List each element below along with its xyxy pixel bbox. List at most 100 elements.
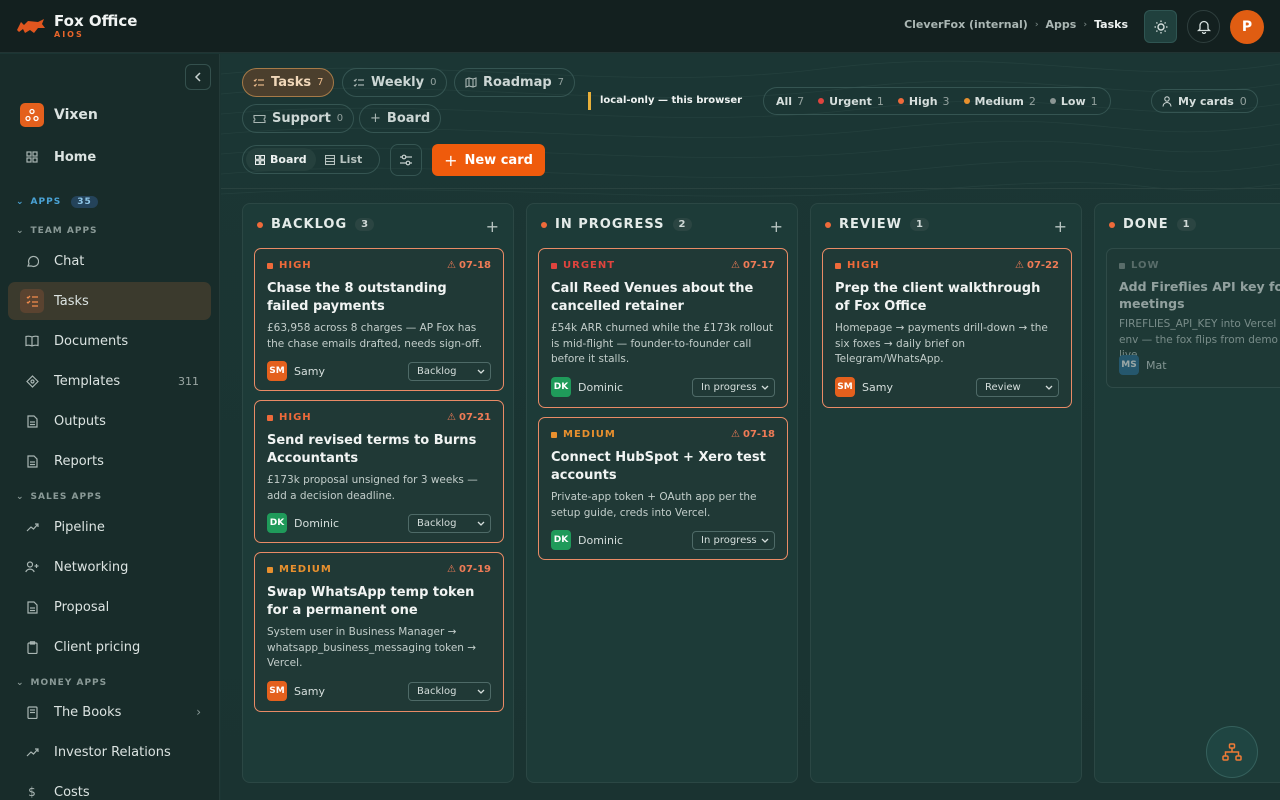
brand-logo[interactable]: Fox Office AIOS (16, 13, 137, 39)
sidebar-item-documents[interactable]: Documents (8, 322, 211, 360)
breadcrumb-workspace[interactable]: CleverFox (internal) (904, 18, 1028, 31)
sidebar-item-label: Costs (54, 784, 90, 800)
high-dot (897, 98, 904, 104)
user-plus-icon (20, 555, 44, 579)
view-label: List (339, 153, 363, 166)
status-select[interactable]: In progress (692, 530, 775, 550)
column-backlog: BACKLOG 3 + HIGH ⚠ 07-18 Chase the 8 outs… (242, 203, 514, 783)
sidebar-item-tasks[interactable]: Tasks (8, 282, 211, 320)
trend-icon (20, 740, 44, 764)
board-view-button[interactable]: Board (246, 148, 316, 171)
warning-icon: ⚠ (447, 260, 457, 271)
add-card-button[interactable]: + (486, 217, 499, 236)
card-title: Chase the 8 outstanding failed payments (267, 281, 447, 314)
add-board-button[interactable]: + Board (359, 104, 442, 133)
status-select[interactable]: Backlog (408, 361, 491, 381)
tab-support[interactable]: Support 0 (242, 104, 355, 133)
new-card-button[interactable]: + New card (432, 144, 545, 176)
tab-tasks[interactable]: Tasks 7 (242, 68, 335, 97)
tab-count: 0 (430, 77, 437, 88)
top-bar: Fox Office AIOS CleverFox (internal) › A… (0, 0, 1280, 53)
notifications-button[interactable] (1187, 10, 1220, 43)
sidebar-item-templates[interactable]: Templates 311 (8, 362, 211, 400)
my-cards-filter[interactable]: My cards 0 (1151, 89, 1258, 113)
card-description: System user in Business Manager → whatsa… (267, 626, 477, 669)
task-card[interactable]: HIGH ⚠ 07-18 Chase the 8 outstanding fail… (254, 248, 504, 391)
column-header: IN PROGRESS 2 (541, 217, 692, 232)
filter-urgent[interactable]: Urgent 1 (818, 95, 884, 108)
board-settings-button[interactable] (390, 144, 422, 176)
filter-medium[interactable]: Medium 2 (963, 95, 1036, 108)
main-content: Tasks 7 Weekly 0 Roadmap 7 Support 0 + B… (221, 54, 1280, 800)
sidebar-item-home[interactable]: Home (8, 138, 211, 176)
due-date-label: 07-22 (1027, 260, 1059, 271)
breadcrumb-apps[interactable]: Apps (1046, 18, 1077, 31)
sidebar-item-chat[interactable]: Chat (8, 242, 211, 280)
org-chart-fab-button[interactable] (1206, 726, 1258, 778)
list-view-button[interactable]: List (316, 148, 372, 171)
breadcrumb: CleverFox (internal) › Apps › Tasks (904, 18, 1128, 31)
status-select[interactable]: In progress (692, 377, 775, 397)
workspace-vixen[interactable]: Vixen (8, 96, 211, 134)
sidebar-item-networking[interactable]: Networking (8, 548, 211, 586)
chevron-down-icon (1045, 385, 1053, 390)
urgent-dot (818, 98, 825, 104)
sidebar-item-outputs[interactable]: Outputs (8, 402, 211, 440)
view-label: Board (270, 153, 307, 166)
theme-toggle-button[interactable] (1144, 10, 1177, 43)
due-date-label: 07-18 (459, 260, 491, 271)
money-apps-section-toggle[interactable]: ⌄ MONEY APPS (16, 678, 107, 688)
task-card[interactable]: HIGH ⚠ 07-22 Prep the client walkthrough … (822, 248, 1072, 408)
sidebar-item-the-books[interactable]: The Books › (8, 693, 211, 731)
column-review: REVIEW 1 + HIGH ⚠ 07-22 Prep the client w… (810, 203, 1082, 783)
sidebar-item-costs[interactable]: $ Costs (8, 773, 211, 800)
tab-roadmap[interactable]: Roadmap 7 (454, 68, 576, 97)
new-card-label: New card (464, 152, 533, 168)
add-card-button[interactable]: + (1054, 217, 1067, 236)
templates-icon (20, 369, 44, 393)
team-apps-section-toggle[interactable]: ⌄ TEAM APPS (16, 226, 98, 236)
sales-apps-section-toggle[interactable]: ⌄ SALES APPS (16, 492, 102, 502)
task-card[interactable]: HIGH ⚠ 07-21 Send revised terms to Burns … (254, 400, 504, 543)
due-date: ⚠ 07-18 (731, 429, 775, 440)
priority-label: HIGH (279, 412, 312, 423)
apps-section-toggle[interactable]: ⌄ APPS 35 (16, 196, 98, 208)
column-count: 1 (1176, 218, 1196, 231)
clipboard-icon (20, 635, 44, 659)
task-card[interactable]: MEDIUM ⚠ 07-18 Connect HubSpot + Xero tes… (538, 417, 788, 560)
low-dot (1049, 98, 1056, 104)
priority-badge: HIGH (267, 260, 312, 271)
sidebar-item-client-pricing[interactable]: Client pricing (8, 628, 211, 666)
sidebar-item-reports[interactable]: Reports (8, 442, 211, 480)
sidebar-item-proposal[interactable]: Proposal (8, 588, 211, 626)
tab-label: Weekly (371, 75, 425, 90)
add-card-button[interactable]: + (770, 217, 783, 236)
sidebar-item-pipeline[interactable]: Pipeline (8, 508, 211, 546)
chat-icon (20, 249, 44, 273)
chevron-down-icon (761, 385, 769, 390)
chevron-left-icon (194, 72, 202, 82)
status-select[interactable]: Backlog (408, 513, 491, 533)
my-cards-label: My cards (1178, 94, 1234, 108)
status-select[interactable]: Review (976, 377, 1059, 397)
status-value: Backlog (417, 517, 457, 529)
filter-all[interactable]: All 7 (776, 95, 804, 108)
fox-logo-icon (16, 16, 46, 36)
status-select[interactable]: Backlog (408, 681, 491, 701)
status-value: In progress (701, 534, 757, 546)
card-description: £63,958 across 8 charges — AP Fox has th… (267, 322, 483, 350)
avatar: SM (835, 377, 855, 397)
due-date-label: 07-18 (743, 429, 775, 440)
sidebar-item-investor-relations[interactable]: Investor Relations (8, 733, 211, 771)
filter-low[interactable]: Low 1 (1049, 95, 1098, 108)
collapse-sidebar-button[interactable] (185, 64, 211, 90)
tab-weekly[interactable]: Weekly 0 (342, 68, 448, 97)
task-card[interactable]: URGENT ⚠ 07-17 Call Reed Venues about the… (538, 248, 788, 408)
filter-high[interactable]: High 3 (897, 95, 950, 108)
user-avatar[interactable]: P (1230, 10, 1264, 44)
task-card[interactable]: MEDIUM ⚠ 07-19 Swap WhatsApp temp token f… (254, 552, 504, 712)
task-card[interactable]: LOW Add Fireflies API key for meetings F… (1106, 248, 1280, 388)
column-title: REVIEW (839, 217, 903, 232)
chevron-right-icon[interactable]: › (196, 705, 201, 719)
assignee-name: Dominic (294, 516, 340, 530)
